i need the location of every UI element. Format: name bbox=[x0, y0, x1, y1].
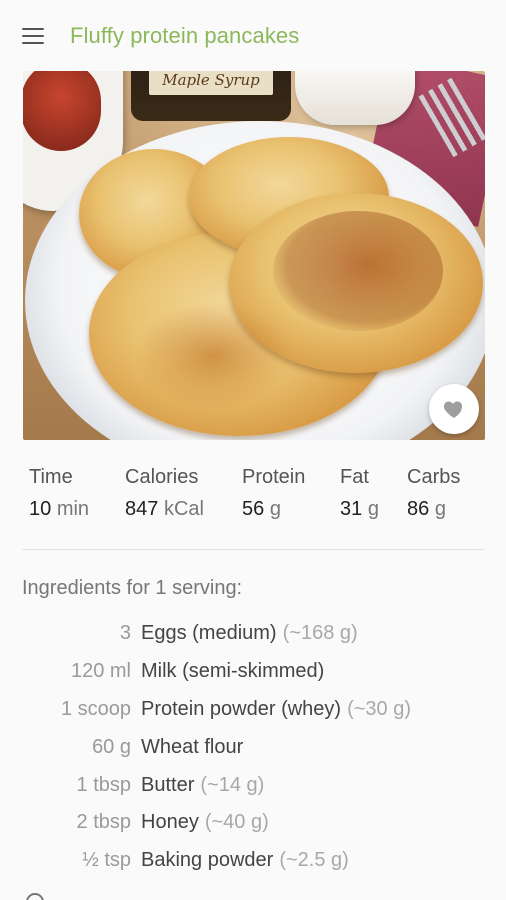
syrup-jar: Maple Syrup bbox=[131, 71, 291, 121]
app-bar: Fluffy protein pancakes bbox=[0, 0, 506, 72]
stat-value: 31 g bbox=[340, 498, 379, 521]
ingredient-row: 1 scoop Protein powder (whey) (~30 g) bbox=[0, 691, 506, 729]
ingredient-list: 3 Eggs (medium) (~168 g) 120 ml Milk (se… bbox=[0, 615, 506, 880]
stat-label: Fat bbox=[340, 466, 369, 488]
menu-line bbox=[22, 35, 44, 37]
ingredient-row: 120 ml Milk (semi-skimmed) bbox=[0, 653, 506, 691]
ingredient-weight: (~168 g) bbox=[282, 622, 358, 645]
stat-value: 847 kCal bbox=[125, 498, 204, 521]
syrup-drizzle bbox=[273, 211, 443, 331]
stat-time: Time 10 min bbox=[29, 466, 89, 521]
ingredient-weight: (~14 g) bbox=[200, 773, 265, 796]
stat-number: 56 bbox=[242, 498, 265, 520]
stat-unit: min bbox=[56, 498, 90, 520]
ingredient-name: Eggs (medium) bbox=[141, 622, 277, 645]
stat-protein: Protein 56 g bbox=[242, 466, 305, 521]
ingredient-name: Protein powder (whey) bbox=[141, 697, 342, 720]
stat-label: Protein bbox=[242, 466, 306, 488]
ingredients-heading: Ingredients for 1 serving: bbox=[22, 577, 243, 599]
stat-label: Calories bbox=[125, 466, 199, 488]
stat-unit: g bbox=[434, 498, 446, 520]
ingredient-name: Baking powder bbox=[141, 849, 274, 872]
stat-label: Carbs bbox=[407, 466, 461, 488]
ingredient-name: Milk (semi-skimmed) bbox=[141, 660, 325, 683]
stat-fat: Fat 31 g bbox=[340, 466, 379, 521]
ingredient-quantity: 120 ml bbox=[70, 660, 131, 683]
ingredient-row: 60 g Wheat flour bbox=[0, 728, 506, 766]
syrup-drizzle bbox=[133, 301, 293, 411]
stat-calories: Calories 847 kCal bbox=[125, 466, 204, 521]
ingredient-name: Wheat flour bbox=[141, 735, 244, 758]
ingredient-quantity: ½ tsp bbox=[82, 849, 131, 872]
divider bbox=[22, 549, 484, 550]
stat-value: 10 min bbox=[29, 498, 89, 521]
stat-number: 847 bbox=[125, 498, 159, 520]
menu-line bbox=[22, 28, 44, 30]
recipe-screen: Fluffy protein pancakes Maple Syrup Time… bbox=[0, 0, 506, 900]
ingredient-name: Butter bbox=[141, 773, 195, 796]
menu-line bbox=[22, 42, 44, 44]
ingredient-quantity: 2 tbsp bbox=[76, 811, 131, 834]
ingredient-row: 3 Eggs (medium) (~168 g) bbox=[0, 615, 506, 653]
stat-carbs: Carbs 86 g bbox=[407, 466, 460, 521]
ingredient-quantity: 3 bbox=[119, 622, 131, 645]
ingredient-quantity: 1 tbsp bbox=[76, 773, 131, 796]
favorite-button[interactable] bbox=[429, 384, 479, 434]
nutrition-stats: Time 10 min Calories 847 kCal Protein 56… bbox=[29, 466, 479, 526]
ingredient-weight: (~40 g) bbox=[204, 811, 269, 834]
ingredient-quantity: 1 scoop bbox=[60, 697, 131, 720]
stat-unit: g bbox=[269, 498, 281, 520]
stat-unit: kCal bbox=[163, 498, 204, 520]
stat-number: 10 bbox=[29, 498, 52, 520]
syrup-jar-label: Maple Syrup bbox=[149, 71, 273, 95]
stat-value: 86 g bbox=[407, 498, 460, 521]
ingredient-quantity: 60 g bbox=[92, 735, 131, 758]
recipe-photo: Maple Syrup bbox=[23, 71, 485, 440]
ingredient-weight: (~2.5 g) bbox=[279, 849, 349, 872]
stat-number: 86 bbox=[407, 498, 430, 520]
page-title: Fluffy protein pancakes bbox=[70, 23, 300, 48]
ingredient-weight: (~30 g) bbox=[347, 697, 412, 720]
stat-number: 31 bbox=[340, 498, 363, 520]
ingredient-row: ½ tsp Baking powder (~2.5 g) bbox=[0, 842, 506, 880]
ingredient-name: Honey bbox=[141, 811, 199, 834]
ingredient-row: 2 tbsp Honey (~40 g) bbox=[0, 804, 506, 842]
stat-unit: g bbox=[367, 498, 379, 520]
ingredient-row: 1 tbsp Butter (~14 g) bbox=[0, 766, 506, 804]
clock-icon bbox=[26, 893, 44, 900]
stat-label: Time bbox=[29, 466, 73, 488]
hamburger-menu-icon[interactable] bbox=[22, 23, 48, 49]
stat-value: 56 g bbox=[242, 498, 305, 521]
cup bbox=[295, 71, 415, 125]
heart-icon bbox=[443, 401, 463, 418]
